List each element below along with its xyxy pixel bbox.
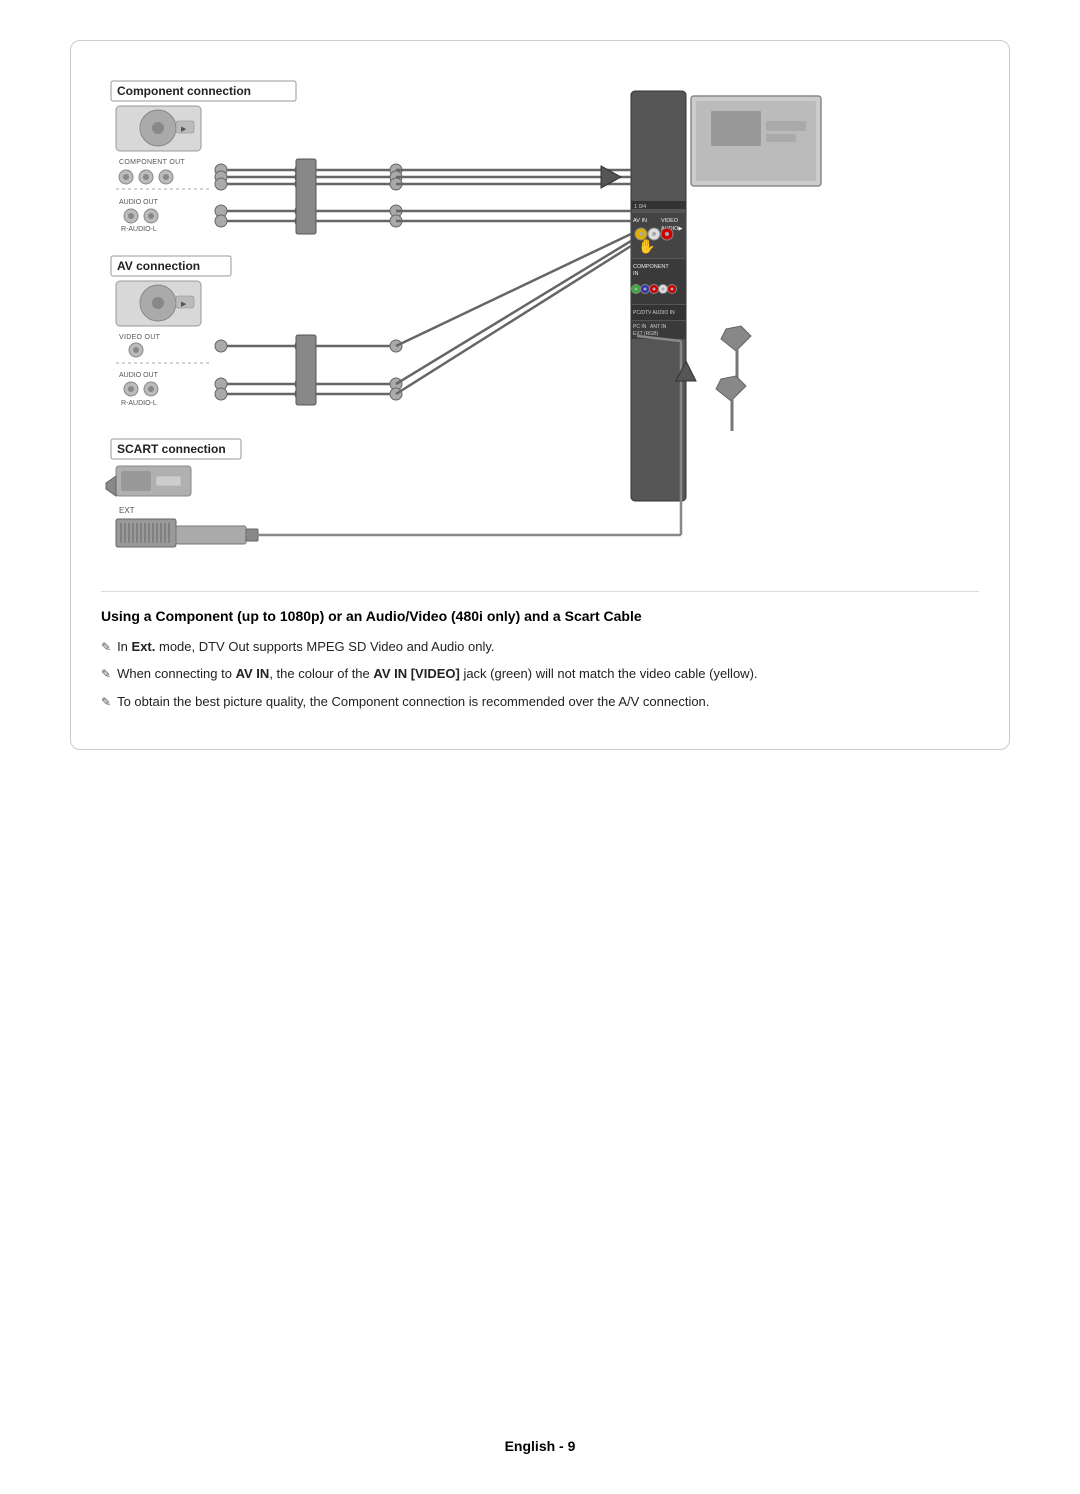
svg-text:EXT: EXT: [119, 506, 135, 515]
svg-text:SCART connection: SCART connection: [117, 442, 226, 456]
note-text-2: When connecting to AV IN, the colour of …: [117, 664, 979, 684]
note-text-3: To obtain the best picture quality, the …: [117, 692, 979, 712]
note-icon-1: ✎: [101, 638, 111, 656]
note-item-3: ✎ To obtain the best picture quality, th…: [101, 692, 979, 712]
diagram-container: Component connection ▶ COMPONENT OUT: [101, 71, 979, 591]
svg-text:R-AUDIO-L: R-AUDIO-L: [121, 226, 157, 233]
svg-text:AUDIO OUT: AUDIO OUT: [119, 199, 159, 206]
bold-avin-video: AV IN [VIDEO]: [373, 666, 459, 681]
svg-text:PC/DTV AUDIO IN: PC/DTV AUDIO IN: [633, 310, 675, 316]
svg-text:AV IN: AV IN: [633, 218, 647, 224]
svg-text:COMPONENT OUT: COMPONENT OUT: [119, 159, 185, 166]
svg-text:COMPONENT: COMPONENT: [633, 264, 669, 270]
svg-text:Component connection: Component connection: [117, 84, 251, 98]
connection-diagram-svg: Component connection ▶ COMPONENT OUT: [101, 71, 981, 591]
note-item-2: ✎ When connecting to AV IN, the colour o…: [101, 664, 979, 684]
main-content-box: Component connection ▶ COMPONENT OUT: [70, 40, 1010, 750]
note-item-1: ✎ In Ext. mode, DTV Out supports MPEG SD…: [101, 637, 979, 657]
svg-text:▶: ▶: [181, 126, 187, 133]
svg-text:PC IN: PC IN: [633, 324, 647, 330]
svg-text:AV connection: AV connection: [117, 259, 200, 273]
svg-text:✋: ✋: [638, 238, 655, 254]
svg-text:AUDIO OUT: AUDIO OUT: [119, 372, 159, 379]
footer: English - 9: [505, 1418, 576, 1454]
note-icon-3: ✎: [101, 693, 111, 711]
svg-text:VIDEO: VIDEO: [661, 218, 679, 224]
footer-text: English - 9: [505, 1438, 576, 1454]
bold-avin: AV IN: [236, 666, 270, 681]
svg-text:▶: ▶: [181, 301, 187, 308]
svg-text:ANT IN: ANT IN: [650, 324, 667, 330]
note-text-1: In Ext. mode, DTV Out supports MPEG SD V…: [117, 637, 979, 657]
page-wrapper: Component connection ▶ COMPONENT OUT: [0, 0, 1080, 1494]
note-heading-text: Using a Component (up to 1080p) or an Au…: [101, 608, 642, 624]
notes-section: Using a Component (up to 1080p) or an Au…: [101, 591, 979, 711]
note-heading: Using a Component (up to 1080p) or an Au…: [101, 607, 979, 627]
svg-text:VIDEO OUT: VIDEO OUT: [119, 334, 161, 341]
note-icon-2: ✎: [101, 665, 111, 683]
bold-ext: Ext.: [132, 639, 156, 654]
svg-text:IN: IN: [633, 271, 639, 277]
svg-text:R-AUDIO-L: R-AUDIO-L: [121, 400, 157, 407]
svg-text:1 0/4: 1 0/4: [634, 204, 646, 210]
